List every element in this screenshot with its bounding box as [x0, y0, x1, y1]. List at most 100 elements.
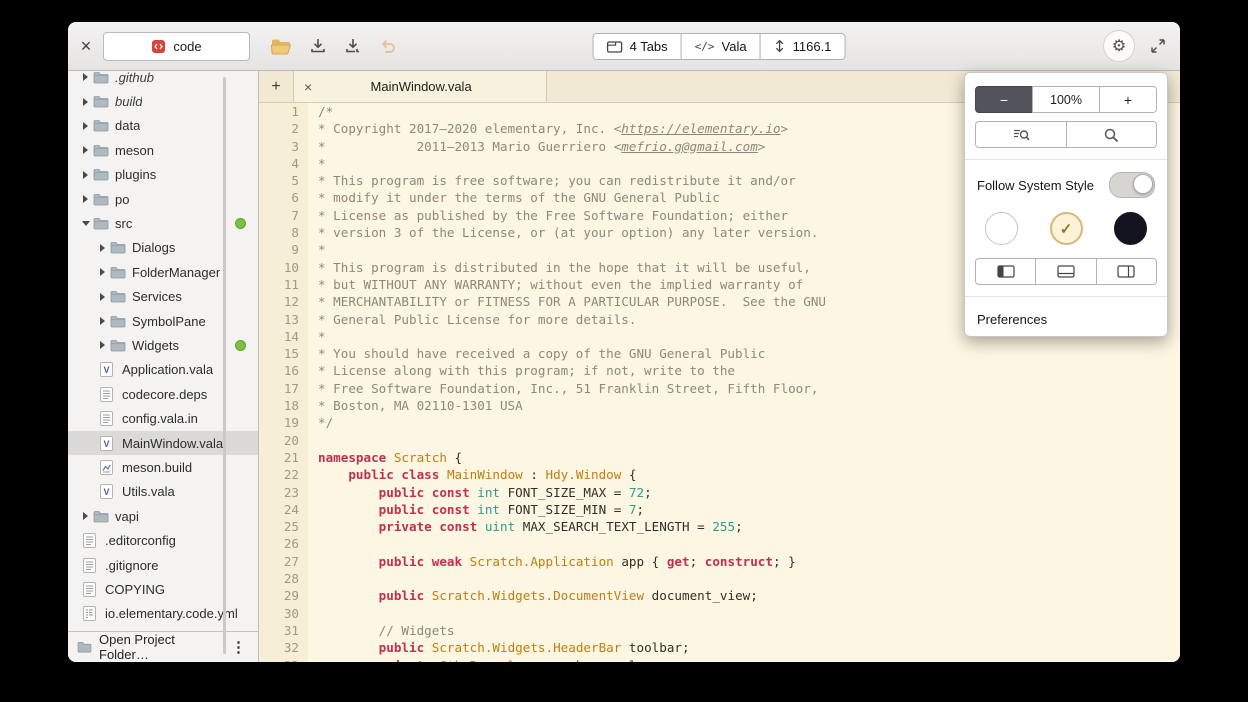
layout-sidebar-left-button[interactable]	[975, 258, 1036, 285]
tree-folder-plugins[interactable]: plugins	[68, 163, 258, 187]
code-line[interactable]: 29 public Scratch.Widgets.DocumentView d…	[259, 587, 1180, 604]
code-line[interactable]: 21namespace Scratch {	[259, 449, 1180, 466]
tree-folder-meson[interactable]: meson	[68, 138, 258, 162]
line-number: 6	[259, 189, 308, 206]
tree-file-Utils.vala[interactable]: VUtils.vala	[68, 480, 258, 504]
tree-folder-Services[interactable]: Services	[68, 285, 258, 309]
expand-arrow-icon[interactable]	[78, 171, 93, 179]
text-file-icon	[100, 387, 118, 402]
collapse-arrow-icon[interactable]	[78, 221, 93, 226]
layout-sidebar-right-button[interactable]	[1096, 258, 1157, 285]
expand-arrow-icon[interactable]	[95, 293, 110, 301]
code-text: * License along with this program; if no…	[308, 362, 735, 379]
new-tab-button[interactable]: +	[259, 71, 293, 102]
layout-bottom-panel-button[interactable]	[1035, 258, 1096, 285]
tree-item-label: build	[115, 94, 142, 109]
find-replace-button[interactable]	[975, 121, 1067, 148]
code-line[interactable]: 16* License along with this program; if …	[259, 362, 1180, 379]
expand-arrow-icon[interactable]	[95, 268, 110, 276]
line-number: 25	[259, 518, 308, 535]
tree-folder-SymbolPane[interactable]: SymbolPane	[68, 309, 258, 333]
open-folder-button[interactable]	[270, 37, 292, 55]
zoom-in-button[interactable]: +	[1099, 86, 1157, 113]
tree-folder-data[interactable]: data	[68, 114, 258, 138]
code-line[interactable]: 15* You should have received a copy of t…	[259, 345, 1180, 362]
code-line[interactable]: 22 public class MainWindow : Hdy.Window …	[259, 466, 1180, 483]
tree-file-.gitignore[interactable]: .gitignore	[68, 553, 258, 577]
code-line[interactable]: 19*/	[259, 414, 1180, 431]
tree-file-MainWindow.vala[interactable]: VMainWindow.vala	[68, 431, 258, 455]
expand-arrow-icon[interactable]	[95, 244, 110, 252]
tabs-overview-button[interactable]: 4 Tabs	[593, 33, 682, 60]
tree-file-io.elementary.code.yml[interactable]: io.elementary.code.yml	[68, 602, 258, 626]
code-line[interactable]: 23 public const int FONT_SIZE_MAX = 72;	[259, 484, 1180, 501]
tree-file-Application.vala[interactable]: VApplication.vala	[68, 358, 258, 382]
search-button[interactable]	[1066, 121, 1158, 148]
goto-line-button[interactable]: 1166.1	[760, 33, 846, 60]
code-text: * but WITHOUT ANY WARRANTY; without even…	[308, 276, 803, 293]
code-line[interactable]: 20	[259, 432, 1180, 449]
line-number: 2	[259, 120, 308, 137]
tree-folder-.github[interactable]: .github	[68, 71, 258, 89]
project-chip[interactable]: code	[103, 32, 250, 61]
expand-arrow-icon[interactable]	[78, 146, 93, 154]
tree-folder-FolderManager[interactable]: FolderManager	[68, 260, 258, 284]
fullscreen-button[interactable]	[1150, 38, 1166, 54]
code-line[interactable]: 26	[259, 535, 1180, 552]
build-file-icon	[100, 460, 118, 475]
expand-arrow-icon[interactable]	[78, 122, 93, 130]
zoom-out-button[interactable]: −	[975, 86, 1033, 113]
expand-arrow-icon[interactable]	[78, 73, 93, 81]
code-line[interactable]: 33 private Gtk.Revealer search_revealer;	[259, 657, 1180, 663]
revert-button[interactable]	[379, 37, 397, 55]
expand-arrow-icon[interactable]	[95, 317, 110, 325]
zoom-level-button[interactable]: 100%	[1032, 86, 1100, 113]
tree-folder-vapi[interactable]: vapi	[68, 504, 258, 528]
code-text	[308, 432, 318, 449]
tree-file-meson.build[interactable]: meson.build	[68, 455, 258, 479]
expand-arrow-icon[interactable]	[78, 98, 93, 106]
code-line[interactable]: 28	[259, 570, 1180, 587]
tree-file-codecore.deps[interactable]: codecore.deps	[68, 382, 258, 406]
tree-folder-po[interactable]: po	[68, 187, 258, 211]
code-line[interactable]: 32 public Scratch.Widgets.HeaderBar tool…	[259, 639, 1180, 656]
code-line[interactable]: 31 // Widgets	[259, 622, 1180, 639]
settings-popover: − 100% + Fo	[964, 72, 1168, 337]
expand-arrow-icon[interactable]	[78, 195, 93, 203]
code-line[interactable]: 24 public const int FONT_SIZE_MIN = 7;	[259, 501, 1180, 518]
sidebar-menu-button[interactable]: ⋮	[228, 638, 249, 656]
language-selector-button[interactable]: </> Vala	[681, 33, 761, 60]
code-line[interactable]: 25 private const uint MAX_SEARCH_TEXT_LE…	[259, 518, 1180, 535]
preferences-menu-item[interactable]: Preferences	[965, 304, 1167, 331]
tree-file-config.vala.in[interactable]: config.vala.in	[68, 406, 258, 430]
expand-arrow-icon[interactable]	[78, 512, 93, 520]
tree-folder-Dialogs[interactable]: Dialogs	[68, 236, 258, 260]
tree-item-label: po	[115, 192, 129, 207]
settings-gear-button[interactable]: ⚙	[1103, 30, 1135, 62]
style-sepia-button[interactable]: ✓	[1050, 212, 1083, 245]
tree-folder-build[interactable]: build	[68, 89, 258, 113]
follow-system-style-toggle[interactable]	[1109, 172, 1155, 198]
expand-arrow-icon[interactable]	[95, 341, 110, 349]
code-text: private const uint MAX_SEARCH_TEXT_LENGT…	[308, 518, 743, 535]
style-dark-button[interactable]	[1114, 212, 1147, 245]
code-text: * License as published by the Free Softw…	[308, 207, 788, 224]
tree-file-.editorconfig[interactable]: .editorconfig	[68, 528, 258, 552]
open-project-folder-button[interactable]: Open Project Folder… ⋮	[68, 631, 258, 662]
code-line[interactable]: 30	[259, 605, 1180, 622]
code-line[interactable]: 18* Boston, MA 02110-1301 USA	[259, 397, 1180, 414]
folder-icon	[93, 144, 111, 157]
check-icon: ✓	[1060, 220, 1073, 238]
tab-close-icon[interactable]: ×	[304, 79, 312, 95]
tree-file-COPYING[interactable]: COPYING	[68, 577, 258, 601]
style-light-button[interactable]	[985, 212, 1018, 245]
code-line[interactable]: 27 public weak Scratch.Application app {…	[259, 553, 1180, 570]
tree-folder-Widgets[interactable]: Widgets	[68, 333, 258, 357]
tree-folder-src[interactable]: src	[68, 211, 258, 235]
save-as-button[interactable]	[344, 37, 362, 55]
save-button[interactable]	[309, 37, 327, 55]
tab-mainwindow-vala[interactable]: × MainWindow.vala	[293, 71, 547, 102]
code-line[interactable]: 17* Free Software Foundation, Inc., 51 F…	[259, 380, 1180, 397]
sidebar-scrollbar[interactable]	[223, 77, 226, 654]
window-close-button[interactable]: ×	[76, 37, 96, 55]
